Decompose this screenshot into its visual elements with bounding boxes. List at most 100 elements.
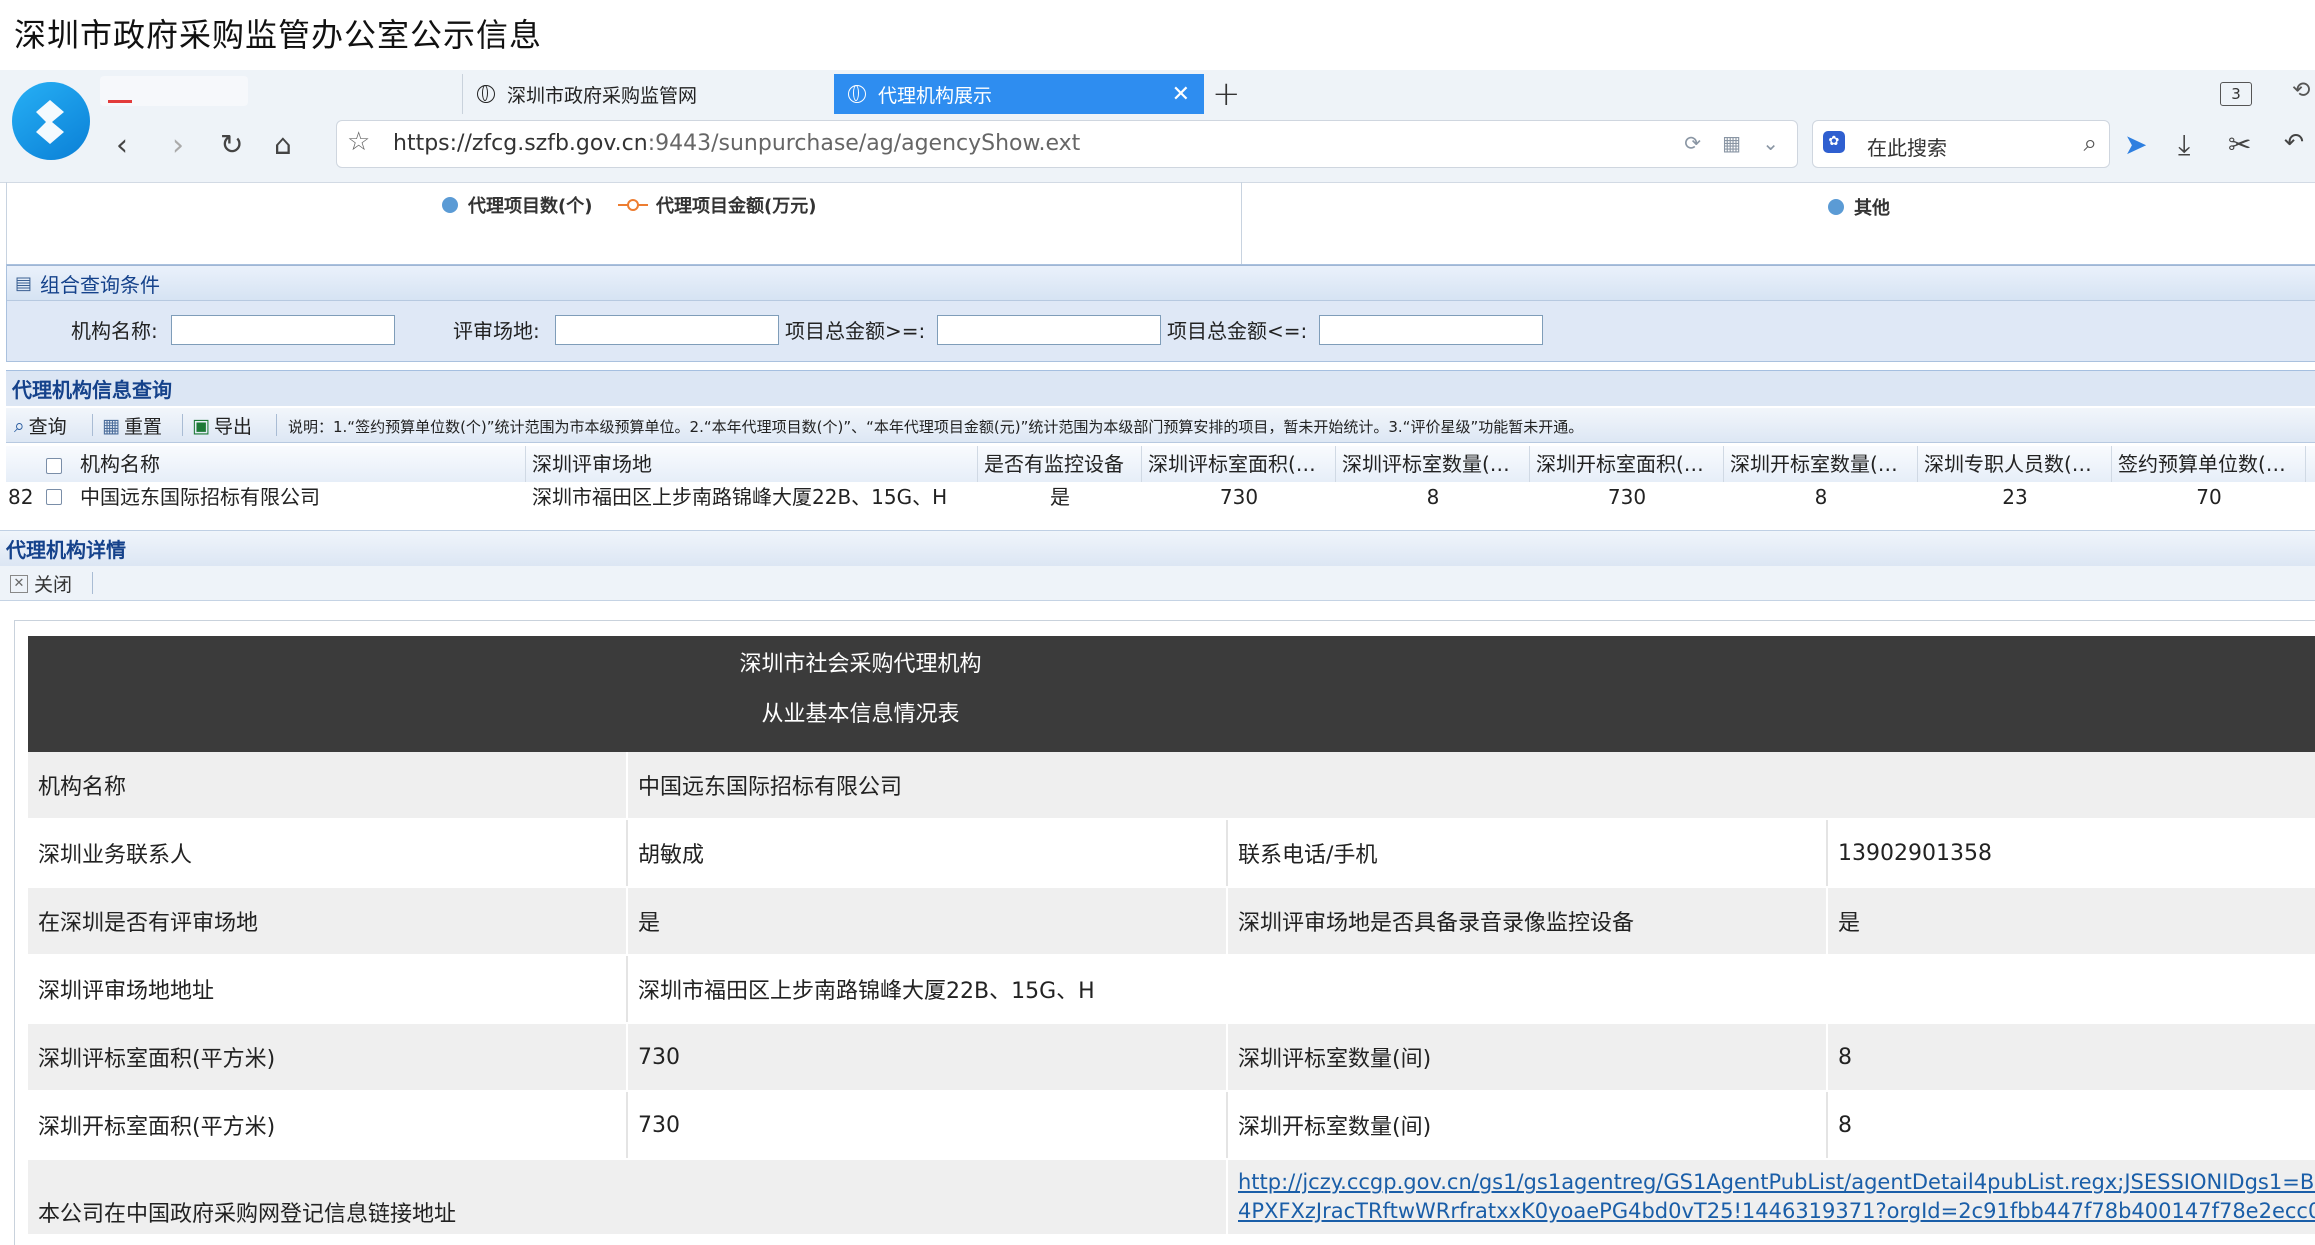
col-open-count[interactable]: 深圳开标室数量(… xyxy=(1724,446,1918,482)
table-row[interactable]: 82 中国远东国际招标有限公司 深圳市福田区上步南路锦峰大厦22B、15G、H … xyxy=(6,482,2315,512)
tab-label: 深圳市政府采购监管网 xyxy=(507,84,698,107)
query-panel-header: ▤ 组合查询条件 xyxy=(7,265,2315,301)
label-org-name: 机构名称 xyxy=(28,752,628,818)
legend-dot-icon xyxy=(1828,199,1844,215)
value-has-monitor: 是 xyxy=(1828,888,2315,954)
col-eval-count[interactable]: 深圳评标室数量(… xyxy=(1336,446,1530,482)
col-name[interactable]: 机构名称 xyxy=(74,446,526,482)
qr-code-icon[interactable]: ▦ xyxy=(1722,131,1741,155)
translate-icon[interactable]: ⟳ xyxy=(1684,131,1701,155)
value-contact-person: 胡敏成 xyxy=(628,820,1228,886)
search-engine-icon[interactable]: ✿ xyxy=(1823,131,1845,153)
tab-count-badge[interactable]: 3 xyxy=(2220,82,2252,106)
home-icon[interactable]: ⌂ xyxy=(274,128,292,161)
bookmark-star-icon[interactable]: ☆ xyxy=(347,127,370,157)
label-eval-area: 深圳评标室面积(平方米) xyxy=(28,1024,628,1090)
amount-max-input[interactable] xyxy=(1319,315,1543,345)
value-eval-area: 730 xyxy=(628,1024,1228,1090)
venue-input[interactable] xyxy=(555,315,779,345)
restore-icon[interactable]: ⟲ xyxy=(2292,78,2310,103)
ccgp-link-line-2[interactable]: 4PXFXzJracTRftwWRrfratxxK0yoaePG4bd0vT25… xyxy=(1238,1197,2315,1226)
search-box[interactable]: ✿ 在此搜索 ⌕ xyxy=(1812,120,2110,168)
ccgp-link-line-1[interactable]: http://jczy.ccgp.gov.cn/gs1/gs1agentreg/… xyxy=(1238,1168,2315,1197)
browser-logo-icon xyxy=(12,82,90,160)
tab-agency-show[interactable]: 代理机构展示 ✕ xyxy=(834,74,1204,114)
download-icon[interactable]: ⤓ xyxy=(2178,128,2190,162)
table-icon: ▦ xyxy=(102,414,120,437)
url-text[interactable]: https://zfcg.szfb.gov.cn:9443/sunpurchas… xyxy=(393,131,1080,156)
close-icon: ✕ xyxy=(10,574,28,593)
reset-button[interactable]: ▦ 重置 xyxy=(102,412,162,439)
col-monitor[interactable]: 是否有监控设备 xyxy=(978,446,1142,482)
label-phone: 联系电话/手机 xyxy=(1228,820,1828,886)
label-open-area: 深圳开标室面积(平方米) xyxy=(28,1092,628,1158)
value-phone: 13902901358 xyxy=(1828,820,2315,886)
label-contact-person: 深圳业务联系人 xyxy=(28,820,628,886)
detail-panel-title: 代理机构详情 xyxy=(0,530,2315,566)
amount-min-label: 项目总金额>=: xyxy=(785,319,926,343)
detail-row-address: 深圳评审场地地址 深圳市福田区上步南路锦峰大厦22B、15G、H xyxy=(28,956,2315,1024)
new-tab-icon[interactable]: + xyxy=(1212,74,1241,114)
undo-icon[interactable]: ↶ xyxy=(2284,128,2304,156)
cell-site: 深圳市福田区上步南路锦峰大厦22B、15G、H xyxy=(532,485,948,509)
scissors-icon[interactable]: ✂ xyxy=(2228,128,2251,161)
detail-table-title: 深圳市社会采购代理机构 xyxy=(739,652,982,677)
legend-other: 其他 xyxy=(1828,194,1890,220)
forward-icon[interactable]: › xyxy=(172,128,184,163)
col-units[interactable]: 签约预算单位数(… xyxy=(2112,446,2306,482)
detail-row-open-room: 深圳开标室面积(平方米) 730 深圳开标室数量(间) 8 xyxy=(28,1092,2315,1160)
label-has-monitor: 深圳评审场地是否具备录音录像监控设备 xyxy=(1228,888,1828,954)
cell-open-count: 8 xyxy=(1814,485,1828,509)
send-icon[interactable]: ➤ xyxy=(2124,128,2147,161)
detail-toolbar: ✕ 关闭 xyxy=(0,566,2315,601)
value-venue-address: 深圳市福田区上步南路锦峰大厦22B、15G、H xyxy=(628,956,2315,1022)
legend-dot-icon xyxy=(442,197,458,213)
amount-min-input[interactable] xyxy=(937,315,1161,345)
label-open-count: 深圳开标室数量(间) xyxy=(1228,1092,1828,1158)
close-button[interactable]: ✕ 关闭 xyxy=(10,570,72,597)
back-icon[interactable]: ‹ xyxy=(116,128,128,163)
query-button[interactable]: ⌕ 查询 xyxy=(14,412,67,439)
detail-table-header: 深圳市社会采购代理机构 从业基本信息情况表 xyxy=(28,636,2315,752)
grid-header: 机构名称 深圳评审场地 是否有监控设备 深圳评标室面积(… 深圳评标室数量(… … xyxy=(6,446,2315,483)
cell-eval-count: 8 xyxy=(1426,485,1440,509)
form-icon: ▤ xyxy=(15,272,33,294)
col-open-area[interactable]: 深圳开标室面积(… xyxy=(1530,446,1724,482)
search-icon[interactable]: ⌕ xyxy=(2084,129,2097,157)
legend-project-count: 代理项目数(个) xyxy=(442,192,592,218)
chevron-down-icon[interactable]: ⌄ xyxy=(1762,131,1779,155)
org-name-label: 机构名称: xyxy=(71,319,158,343)
col-staff[interactable]: 深圳专职人员数(… xyxy=(1918,446,2112,482)
tab-label: 代理机构展示 xyxy=(878,84,993,107)
address-bar[interactable]: ☆ https://zfcg.szfb.gov.cn:9443/sunpurch… xyxy=(336,120,1798,168)
org-name-input[interactable] xyxy=(171,315,395,345)
detail-table-subtitle: 从业基本信息情况表 xyxy=(761,702,960,727)
row-checkbox[interactable] xyxy=(46,489,62,505)
cell-units: 70 xyxy=(2196,485,2222,509)
detail-row-contact: 深圳业务联系人 胡敏成 联系电话/手机 13902901358 xyxy=(28,820,2315,888)
tab-indicator xyxy=(108,100,132,103)
search-input[interactable]: 在此搜索 xyxy=(1867,132,1947,161)
label-has-venue: 在深圳是否有评审场地 xyxy=(28,888,628,954)
detail-row-venue: 在深圳是否有评审场地 是 深圳评审场地是否具备录音录像监控设备 是 xyxy=(28,888,2315,956)
detail-row-org-name: 机构名称 中国远东国际招标有限公司 xyxy=(28,752,2315,820)
cell-staff: 23 xyxy=(2002,485,2028,509)
detail-row-eval-room: 深圳评标室面积(平方米) 730 深圳评标室数量(间) 8 xyxy=(28,1024,2315,1092)
reload-icon[interactable]: ↻ xyxy=(220,128,243,161)
detail-row-link: 本公司在中国政府采购网登记信息链接地址 http://jczy.ccgp.gov… xyxy=(28,1160,2315,1236)
tab-procurement-site[interactable]: 深圳市政府采购监管网 xyxy=(462,74,832,114)
row-number: 82 xyxy=(8,485,34,509)
label-eval-count: 深圳评标室数量(间) xyxy=(1228,1024,1828,1090)
col-site[interactable]: 深圳评审场地 xyxy=(526,446,978,482)
browser-chrome: 深圳市政府采购监管网 代理机构展示 ✕ + 3 ⟲ ‹ › ↻ ⌂ ☆ http… xyxy=(0,70,2315,183)
globe-icon xyxy=(848,85,866,103)
col-eval-area[interactable]: 深圳评标室面积(… xyxy=(1142,446,1336,482)
select-all-checkbox[interactable] xyxy=(46,458,62,474)
export-button[interactable]: ▣ 导出 xyxy=(192,412,252,439)
info-note: 说明：1.“签约预算单位数(个)”统计范围为市本级预算单位。2.“本年代理项目数… xyxy=(288,418,1584,436)
value-org-name: 中国远东国际招标有限公司 xyxy=(628,752,2315,818)
label-venue-address: 深圳评审场地地址 xyxy=(28,956,628,1022)
value-open-area: 730 xyxy=(628,1092,1228,1158)
info-toolbar: ⌕ 查询 ▦ 重置 ▣ 导出 说明：1.“签约预算单位数(个)”统计范围为市本级… xyxy=(6,408,2315,443)
close-tab-icon[interactable]: ✕ xyxy=(1172,82,1190,107)
